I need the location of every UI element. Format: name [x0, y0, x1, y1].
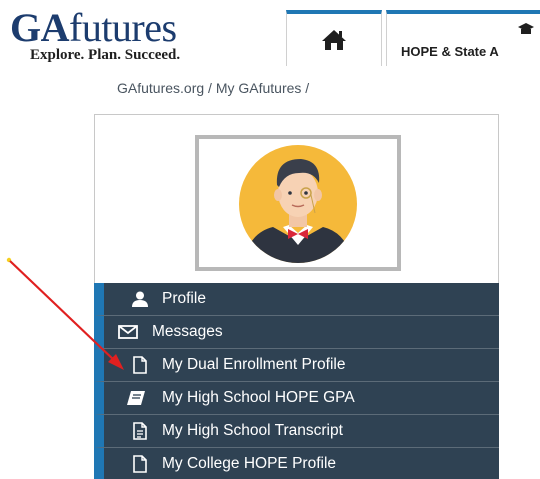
file-icon	[130, 455, 150, 473]
menu-item-label: My High School Transcript	[162, 422, 343, 439]
file-icon	[130, 356, 150, 374]
menu-item-label: My College HOPE Profile	[162, 455, 337, 472]
menu-item-hope-gpa[interactable]: My High School HOPE GPA	[94, 382, 499, 415]
logo-tagline: Explore. Plan. Succeed.	[30, 47, 181, 63]
logo-futures: futures	[69, 5, 177, 50]
menu-item-messages[interactable]: Messages	[94, 316, 499, 349]
nav-hope-state-aid[interactable]: HOPE & State A	[386, 10, 540, 66]
menu-item-label: My High School HOPE GPA	[162, 389, 355, 406]
menu-item-college-hope[interactable]: My College HOPE Profile	[94, 448, 499, 479]
user-icon	[130, 290, 150, 308]
avatar[interactable]	[195, 135, 401, 271]
logo-ga: GA	[10, 5, 70, 50]
account-menu: Profile Messages My Dual Enrollment Prof…	[94, 283, 499, 479]
envelope-icon	[118, 323, 138, 341]
menu-item-profile[interactable]: Profile	[94, 283, 499, 316]
book-icon	[126, 389, 146, 407]
logo-wordmark: GAfutures	[10, 8, 177, 48]
menu-item-label: Profile	[162, 290, 206, 307]
menu-item-transcript[interactable]: My High School Transcript	[94, 415, 499, 448]
menu-item-dual-enrollment[interactable]: My Dual Enrollment Profile	[94, 349, 499, 382]
nav-home-button[interactable]	[286, 10, 382, 66]
gafutures-logo[interactable]: GAfutures Explore. Plan. Succeed.	[10, 8, 270, 68]
file-text-icon	[130, 422, 150, 440]
top-nav: HOPE & State A	[286, 0, 540, 68]
menu-item-label: My Dual Enrollment Profile	[162, 356, 346, 373]
graduation-cap-icon	[518, 23, 534, 34]
user-avatar-icon	[239, 145, 357, 263]
menu-item-label: Messages	[152, 323, 223, 340]
nav-hope-label: HOPE & State A	[401, 44, 499, 59]
home-icon	[322, 30, 346, 50]
breadcrumb[interactable]: GAfutures.org / My GAfutures /	[117, 80, 309, 96]
